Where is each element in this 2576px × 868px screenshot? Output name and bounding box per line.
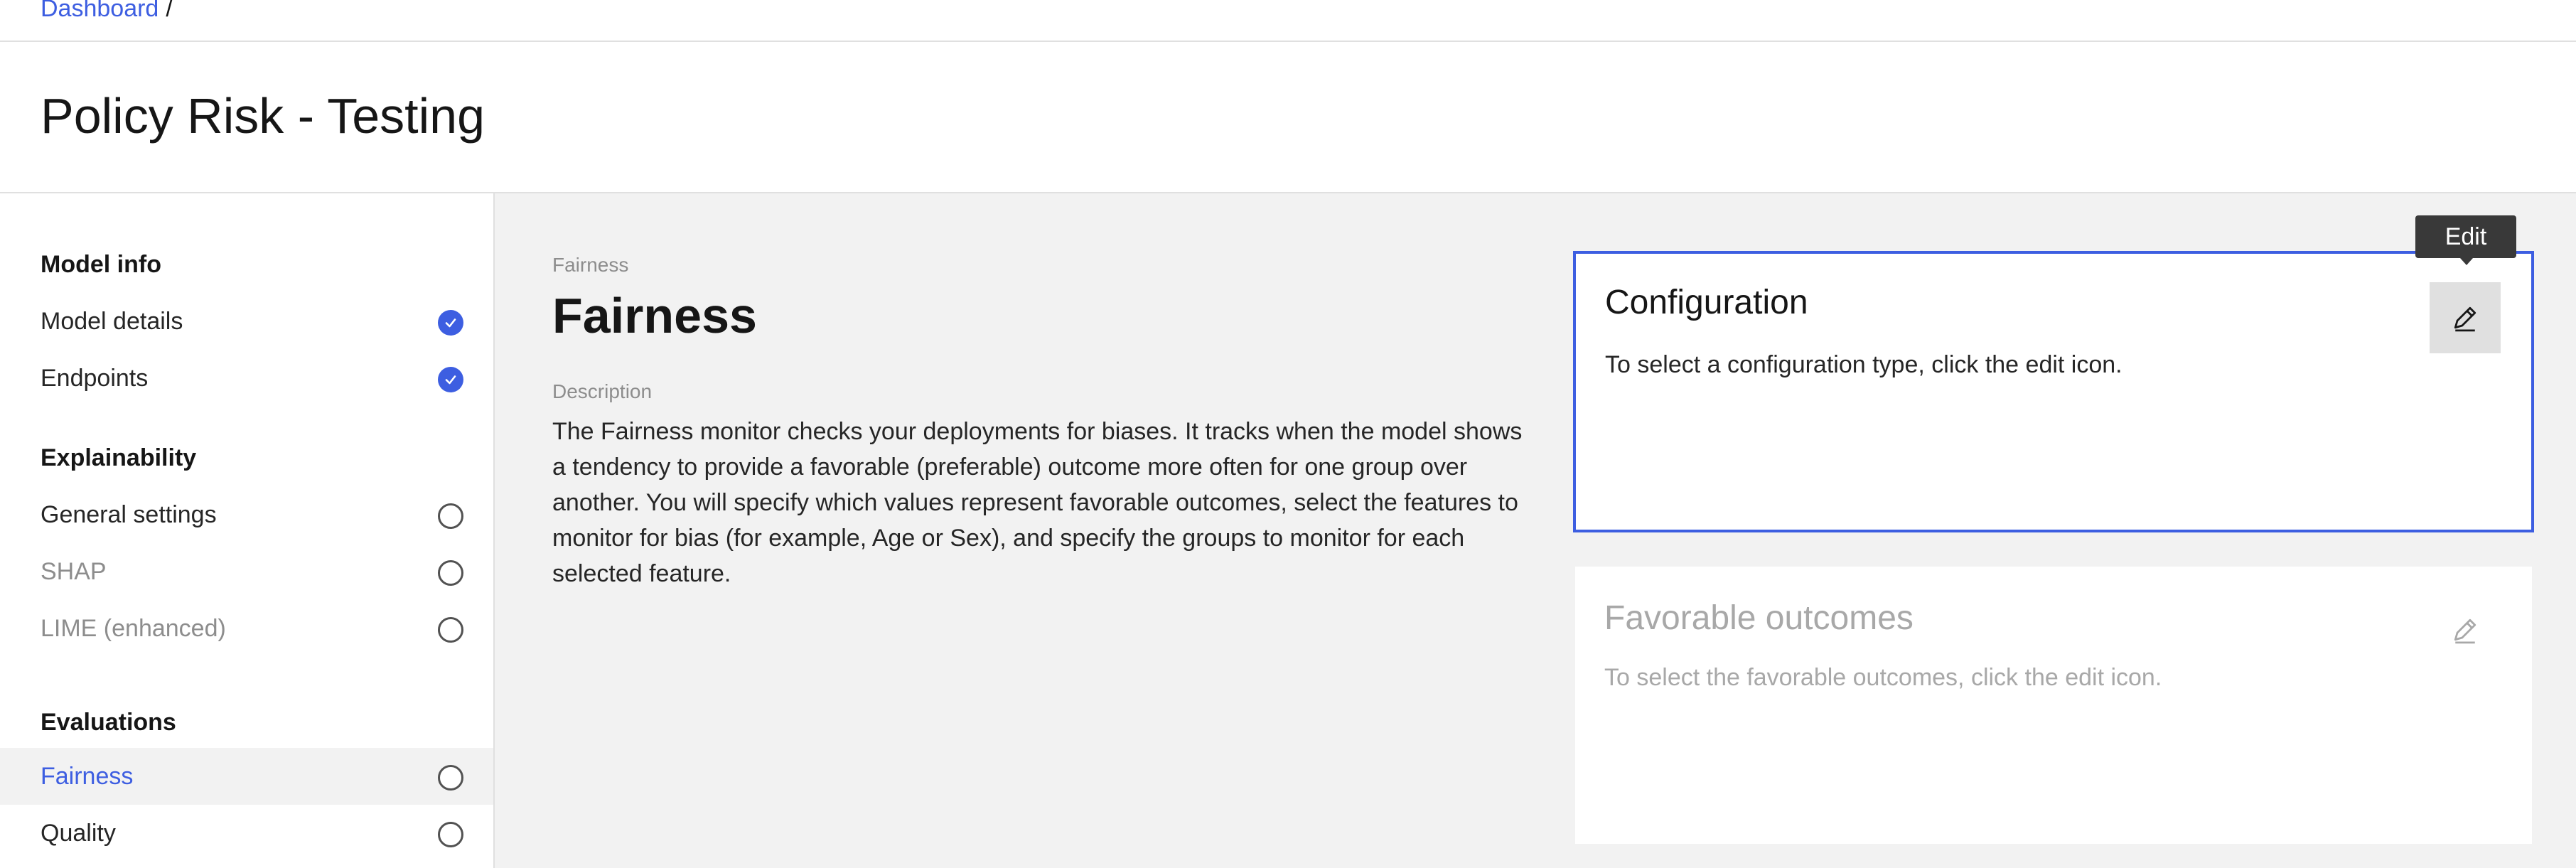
- section-title: Fairness: [552, 288, 757, 343]
- sidebar-item-quality[interactable]: Quality: [0, 805, 493, 862]
- breadcrumb: Dashboard /: [41, 0, 173, 23]
- favorable-outcomes-card: Favorable outcomes To select the favorab…: [1575, 567, 2532, 844]
- favorable-outcomes-edit-button[interactable]: [2430, 594, 2501, 665]
- sidebar-item-model-details[interactable]: Model details: [0, 293, 493, 350]
- edit-tooltip: Edit: [2415, 215, 2516, 258]
- sidebar: Model info Model details Endpoints Expla…: [0, 193, 495, 868]
- empty-circle-icon: [438, 822, 463, 847]
- pencil-edit-icon: [2454, 306, 2476, 332]
- breadcrumb-separator: /: [166, 0, 173, 22]
- configuration-card[interactable]: Configuration To select a configuration …: [1573, 251, 2534, 532]
- sidebar-item-general-settings[interactable]: General settings: [0, 486, 493, 543]
- configuration-card-title: Configuration: [1605, 284, 1808, 321]
- sidebar-item-shap[interactable]: SHAP: [0, 543, 493, 600]
- sidebar-item-label: Fairness: [41, 763, 134, 790]
- section-eyebrow: Fairness: [552, 254, 629, 276]
- sidebar-item-label: Quality: [41, 820, 116, 847]
- sidebar-section-explainability: Explainability: [41, 444, 197, 471]
- description-text: The Fairness monitor checks your deploym…: [552, 418, 1523, 587]
- top-bar: Dashboard /: [0, 0, 2576, 42]
- sidebar-item-label: Endpoints: [41, 365, 149, 392]
- page-title: Policy Risk - Testing: [41, 88, 485, 144]
- page-header: Policy Risk - Testing: [0, 42, 2576, 193]
- empty-circle-icon: [438, 503, 463, 529]
- checkmark-icon: [438, 310, 463, 336]
- sidebar-section-model-info: Model info: [41, 251, 161, 278]
- configuration-card-text: To select a configuration type, click th…: [1605, 351, 2122, 378]
- sidebar-item-lime-enhanced[interactable]: LIME (enhanced): [0, 600, 493, 657]
- empty-circle-icon: [438, 765, 463, 791]
- configuration-edit-button[interactable]: [2430, 282, 2501, 353]
- checkmark-icon: [438, 367, 463, 392]
- sidebar-item-label: LIME (enhanced): [41, 615, 226, 642]
- sidebar-item-label: Model details: [41, 308, 183, 335]
- sidebar-item-fairness[interactable]: Fairness: [0, 748, 493, 805]
- main-content: Fairness Fairness Description The Fairne…: [495, 193, 2576, 868]
- description-label: Description: [552, 380, 653, 402]
- favorable-outcomes-card-title: Favorable outcomes: [1604, 599, 1914, 637]
- tooltip-arrow: [2460, 258, 2473, 265]
- breadcrumb-dashboard-link[interactable]: Dashboard: [41, 0, 159, 22]
- pencil-edit-icon: [2454, 618, 2476, 644]
- sidebar-item-label: SHAP: [41, 558, 107, 585]
- empty-circle-icon: [438, 617, 463, 643]
- sidebar-item-endpoints[interactable]: Endpoints: [0, 350, 493, 407]
- favorable-outcomes-card-text: To select the favorable outcomes, click …: [1604, 664, 2162, 691]
- sidebar-section-evaluations: Evaluations: [41, 709, 176, 736]
- sidebar-item-label: General settings: [41, 501, 217, 528]
- empty-circle-icon: [438, 560, 463, 586]
